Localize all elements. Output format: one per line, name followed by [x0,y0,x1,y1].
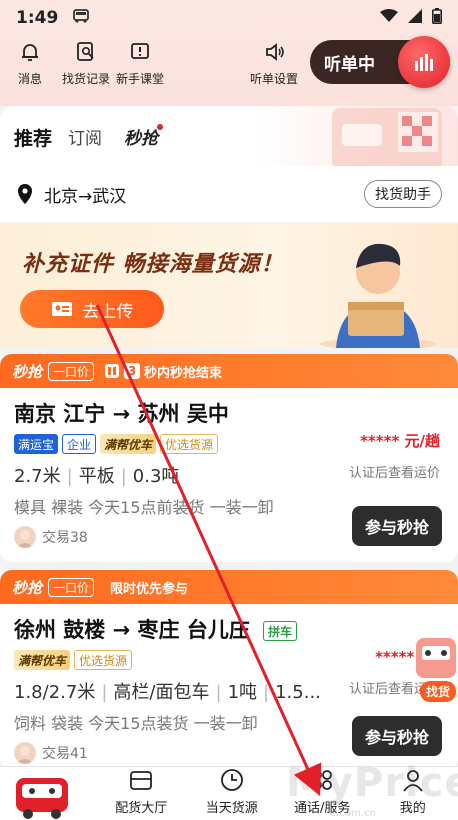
spec-weight: 0.3吨 [132,466,180,487]
route-bar[interactable]: 北京→武汉 找货助手 [0,166,458,222]
listening-toggle-button[interactable]: 听单中 [310,36,450,88]
find-cargo-label: 找货 [419,681,456,702]
upload-button[interactable]: 去上传 [20,290,164,328]
signal-icon [408,8,422,28]
spec-weight: 1吨 [227,682,258,703]
price-text: ***** 元/趟 [360,432,440,450]
find-cargo-float-button[interactable]: 找货 [408,630,458,704]
trade-count: 交易41 [42,746,88,762]
spec-vehicle: 平板 [78,466,115,487]
battery-icon [432,7,442,29]
clock-icon [220,769,243,791]
badge-premium-car: 满帮优车 [14,650,71,670]
nav-today[interactable]: 当天货源 [187,767,278,820]
guide-icon [131,43,149,59]
badge-carpool: 拼车 [263,621,298,641]
nav-hall[interactable]: 配货大厅 [96,767,187,820]
listening-label: 听单中 [324,54,375,75]
sound-bars-icon [415,54,433,71]
find-history-button[interactable]: 找货记录 [62,40,110,87]
id-card-icon [51,302,72,316]
history-search-icon [77,42,94,61]
badge-premium-car: 满帮优车 [100,434,157,454]
price-note: 认证后查看运价 [348,466,440,481]
cargo-card[interactable]: 秒抢 一口价 限时优先参与 徐州 鼓楼 → 枣庄 台儿庄 拼车 满帮优车 优选货… [0,570,458,766]
status-time: 1:49 [16,8,59,28]
cargo-hall-icon [130,771,153,790]
badge-selected-source: 优选货源 [160,434,219,454]
truck-mascot-icon [416,638,456,678]
delivery-man-illustration [320,243,436,348]
timer-icon [104,363,120,379]
listen-settings-button[interactable]: 听单设置 [250,40,298,87]
card-body: 徐州 鼓楼 → 枣庄 台儿庄 拼车 满帮优车 优选货源 ***** 元/ 认证后… [0,604,458,766]
badge-enterprise: 企业 [62,434,97,454]
main-content: 推荐 订阅 秒抢 北京→武汉 找货助手 补充证件 畅接海量货源！ 去上传 秒抢 … [0,106,458,766]
beginner-label: 新手课堂 [116,72,165,86]
avatar [14,742,36,764]
nav-hall-label: 配货大厅 [115,801,168,816]
messages-button[interactable]: 消息 [18,40,42,87]
bell-icon [22,44,38,61]
banner-headline: 补充证件 畅接海量货源！ [22,252,284,277]
home-truck-icon [16,778,68,819]
speaker-icon [266,43,284,61]
priority-text: 限时优先参与 [110,581,189,597]
listening-indicator [398,36,450,88]
messages-label: 消息 [18,72,43,86]
tab-grab[interactable]: 秒抢 [124,124,158,149]
spec-length: 1.8/2.7米 [14,682,96,703]
watermark: MyPrice [286,760,458,806]
cargo-card[interactable]: 秒抢 一口价 3 秒内秒抢结束 南京 江宁 → 苏州 吴中 满运宝 企业 满帮优… [0,354,458,562]
wifi-icon [380,8,398,28]
car-icon [72,8,90,28]
top-toolbar: 消息 找货记录 新手课堂 听单设置 听单中 [0,36,458,106]
tab-grab-dot [157,124,163,130]
watermark-sub: e.com.cn [330,808,376,819]
countdown-text: 秒内秒抢结束 [144,365,223,381]
route-text: 北京→武汉 [44,186,127,207]
find-helper-button[interactable]: 找货助手 [364,180,442,208]
card-header: 秒抢 一口价 限时优先参与 [0,570,458,604]
spec-length: 2.7米 [14,466,61,487]
badge-manyunbao: 满运宝 [14,434,59,454]
status-bar: 1:49 [0,0,458,36]
trade-count: 交易38 [42,530,88,546]
route-title: 徐州 鼓楼 → 枣庄 台儿庄 拼车 [14,614,444,644]
countdown-number: 3 [124,363,141,379]
tab-recommend[interactable]: 推荐 [7,124,59,155]
card-body: 南京 江宁 → 苏州 吴中 满运宝 企业 满帮优车 优选货源 ***** 元/趟… [0,388,458,562]
spec-vehicle: 高栏/面包车 [113,682,210,703]
tab-bar: 推荐 订阅 秒抢 [0,106,458,170]
upload-label: 去上传 [82,301,134,322]
tab-subscribe[interactable]: 订阅 [68,124,102,149]
route-title-text: 徐州 鼓楼 → 枣庄 台儿庄 [14,618,250,642]
beginner-button[interactable]: 新手课堂 [116,40,164,87]
certificate-banner[interactable]: 补充证件 畅接海量货源！ 去上传 [0,224,458,348]
spec-extra: 1.5... [275,682,321,703]
grab-tag: 秒抢 [12,362,43,381]
price-type-tag: 一口价 [48,577,95,597]
card-header: 秒抢 一口价 3 秒内秒抢结束 [0,354,458,388]
grab-tag: 秒抢 [12,578,43,597]
location-pin-icon [18,184,32,204]
route-title: 南京 江宁 → 苏州 吴中 [14,402,229,426]
avatar [14,526,36,548]
grab-button[interactable]: 参与秒抢 [352,716,442,756]
badge-selected-source: 优选货源 [74,650,133,670]
listen-settings-label: 听单设置 [250,72,299,86]
find-history-label: 找货记录 [62,72,111,86]
grab-button[interactable]: 参与秒抢 [352,506,442,546]
price-type-tag: 一口价 [48,361,95,381]
nav-today-label: 当天货源 [205,801,258,816]
